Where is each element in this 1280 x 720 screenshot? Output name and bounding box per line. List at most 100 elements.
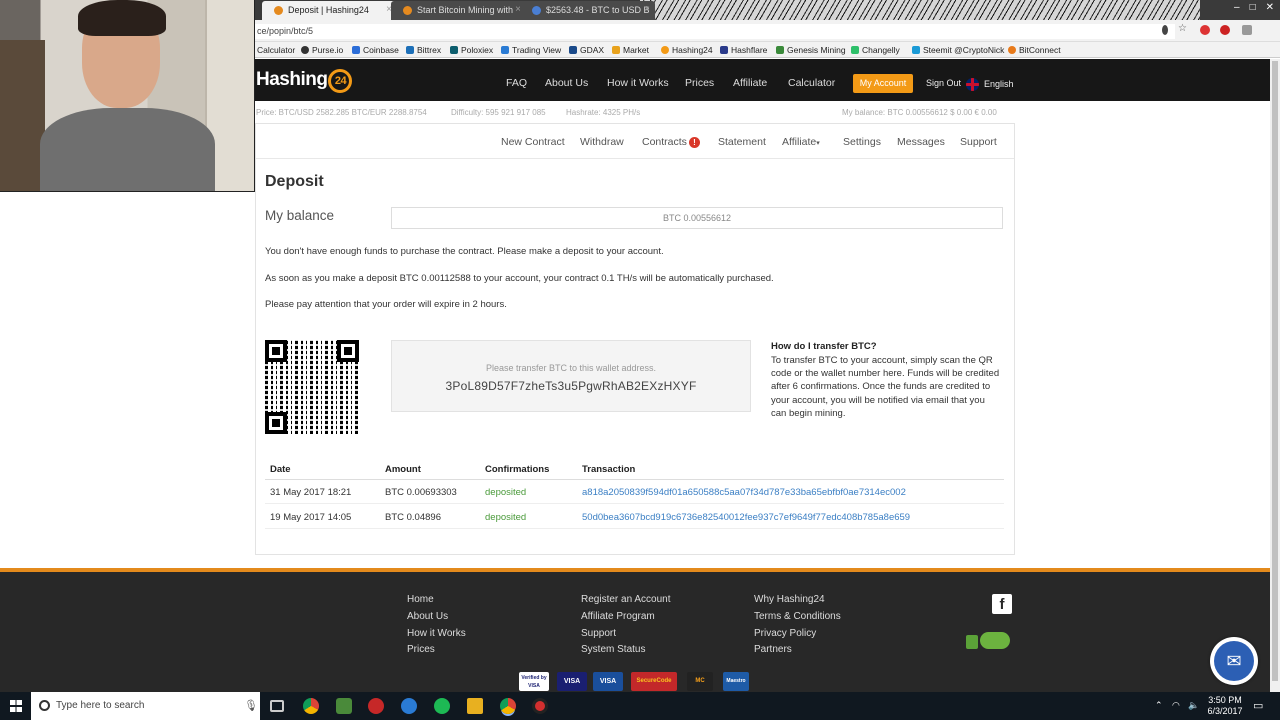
ticker-difficulty: Difficulty: 595 921 917 085 [451,108,546,117]
close-window-icon[interactable]: ✕ [1266,2,1274,13]
ticker-balance: My balance: BTC 0.00556612 $ 0.00 € 0.00 [842,108,997,117]
footer-link-system-status[interactable]: System Status [581,644,645,655]
my-account-button[interactable]: My Account [853,74,913,93]
extension-icon[interactable] [1220,25,1230,35]
tabstrip-background [640,0,1200,20]
file-explorer-icon[interactable] [467,698,483,714]
scrollbar-thumb[interactable] [1272,61,1278,681]
table-row: 31 May 2017 18:21 BTC 0.00693303 deposit… [265,480,1004,504]
subnav-support[interactable]: Support [960,136,997,148]
taskbar-search[interactable]: Type here to search 🎙 [31,692,260,720]
chrome-active-icon[interactable] [500,698,516,714]
bookmark-item[interactable]: BitConnect [1008,44,1061,56]
coinbase-icon [352,46,360,54]
footer-link-register[interactable]: Register an Account [581,594,671,605]
footer-link-affiliate-program[interactable]: Affiliate Program [581,611,655,622]
footer-link-terms[interactable]: Terms & Conditions [754,611,841,622]
clock[interactable]: 3:50 PM 6/3/2017 [1207,695,1243,717]
subnav-contracts[interactable]: Contracts! [642,136,700,148]
nav-calculator[interactable]: Calculator [788,77,835,89]
cell-date: 19 May 2017 14:05 [270,512,352,523]
footer-link-prices[interactable]: Prices [407,644,435,655]
clock-time: 3:50 PM [1208,695,1242,705]
recorder-icon[interactable] [532,698,548,714]
bookmark-item[interactable]: Market [612,44,649,56]
cell-amount: BTC 0.00693303 [385,487,457,498]
bookmark-item[interactable]: Calculator [257,44,295,56]
volume-icon[interactable]: 🔈 [1188,700,1199,711]
bookmark-item[interactable]: GDAX [569,44,604,56]
footer-link-home[interactable]: Home [407,594,434,605]
tab-deposit[interactable]: Deposit | Hashing24 × [262,1,397,20]
column-header-amount: Amount [385,464,421,475]
hashing24-logo[interactable]: Hashing 24 [256,69,353,93]
bookmark-item[interactable]: Purse.io [301,44,343,56]
subnav-new-contract[interactable]: New Contract [501,136,565,148]
page-scrollbar[interactable] [1270,59,1280,692]
bookmark-item[interactable]: Genesis Mining [776,44,846,56]
hashing24-icon [661,46,669,54]
subnav-divider [256,158,1014,159]
nav-how-it-works[interactable]: How it Works [607,77,669,89]
app-icon[interactable] [401,698,417,714]
maximize-icon[interactable]: □ [1250,2,1256,13]
subnav-affiliate[interactable]: Affiliate▾ [782,136,820,148]
nav-about-us[interactable]: About Us [545,77,588,89]
bookmark-item[interactable]: Changelly [851,44,900,56]
star-icon[interactable]: ☆ [1178,23,1188,34]
chrome-icon[interactable] [303,698,319,714]
subnav-statement[interactable]: Statement [718,136,766,148]
footer-link-about[interactable]: About Us [407,611,448,622]
wifi-icon[interactable]: ◠ [1172,700,1180,711]
secure-seal-icon [966,630,1012,650]
task-view-icon[interactable] [270,700,284,712]
uk-flag-icon[interactable] [966,78,979,91]
language-selector[interactable]: English [984,79,1014,89]
url-input[interactable]: ce/popin/btc/5 [255,24,1175,39]
spotify-icon[interactable] [434,698,450,714]
footer-link-how-it-works[interactable]: How it Works [407,628,466,639]
bookmark-item[interactable]: Steemit @CryptoNick [912,44,1004,56]
bookmark-item[interactable]: Poloxiex [450,44,493,56]
tab-start-mining[interactable]: Start Bitcoin Mining with × [391,1,526,20]
facebook-icon[interactable]: f [992,594,1012,614]
notifications-icon[interactable]: ▭ [1253,699,1263,712]
close-tab-icon[interactable]: × [644,1,650,19]
subnav-messages[interactable]: Messages [897,136,945,148]
cell-transaction-link[interactable]: a818a2050839f594df01a650588c5aa07f34d787… [582,487,906,498]
key-icon[interactable] [1162,25,1168,35]
bookmark-item[interactable]: Trading View [501,44,561,56]
subnav-withdraw[interactable]: Withdraw [580,136,624,148]
nav-affiliate[interactable]: Affiliate [733,77,767,89]
extension-icon[interactable] [1242,25,1252,35]
wallet-address[interactable]: 3PoL89D57F7zheTs3u5PgwRhAB2EXzHXYF [392,379,750,393]
subnav-contracts-label: Contracts [642,136,687,148]
bookmark-item[interactable]: Hashing24 [661,44,713,56]
nav-faq[interactable]: FAQ [506,77,527,89]
footer-link-why-hashing24[interactable]: Why Hashing24 [754,594,825,605]
app-icon[interactable] [336,698,352,714]
microphone-icon[interactable]: 🎙 [244,699,258,712]
cell-status: deposited [485,487,527,498]
genesis-icon [776,46,784,54]
tab-title: $2563.48 - BTC to USD B [546,5,650,15]
windows-start-icon[interactable] [10,700,22,712]
bookmark-item[interactable]: Coinbase [352,44,399,56]
bookmark-item[interactable]: Hashflare [720,44,767,56]
hashflare-icon [720,46,728,54]
extension-icon[interactable] [1200,25,1210,35]
chat-button[interactable]: ✉ [1210,637,1258,685]
subnav-settings[interactable]: Settings [843,136,881,148]
tray-chevron-icon[interactable]: ⌃ [1155,700,1163,711]
sign-out-link[interactable]: Sign Out [926,78,961,88]
minimize-icon[interactable]: – [1234,2,1240,13]
footer-link-support[interactable]: Support [581,628,616,639]
footer-link-privacy[interactable]: Privacy Policy [754,628,816,639]
alert-badge-icon: ! [688,137,700,148]
cell-transaction-link[interactable]: 50d0bea3607bcd919c6736e82540012fee937c7e… [582,512,910,523]
footer-link-partners[interactable]: Partners [754,644,792,655]
nav-prices[interactable]: Prices [685,77,714,89]
app-icon[interactable] [368,698,384,714]
tab-btc-usd[interactable]: $2563.48 - BTC to USD B × [520,1,655,20]
bookmark-item[interactable]: Bittrex [406,44,441,56]
